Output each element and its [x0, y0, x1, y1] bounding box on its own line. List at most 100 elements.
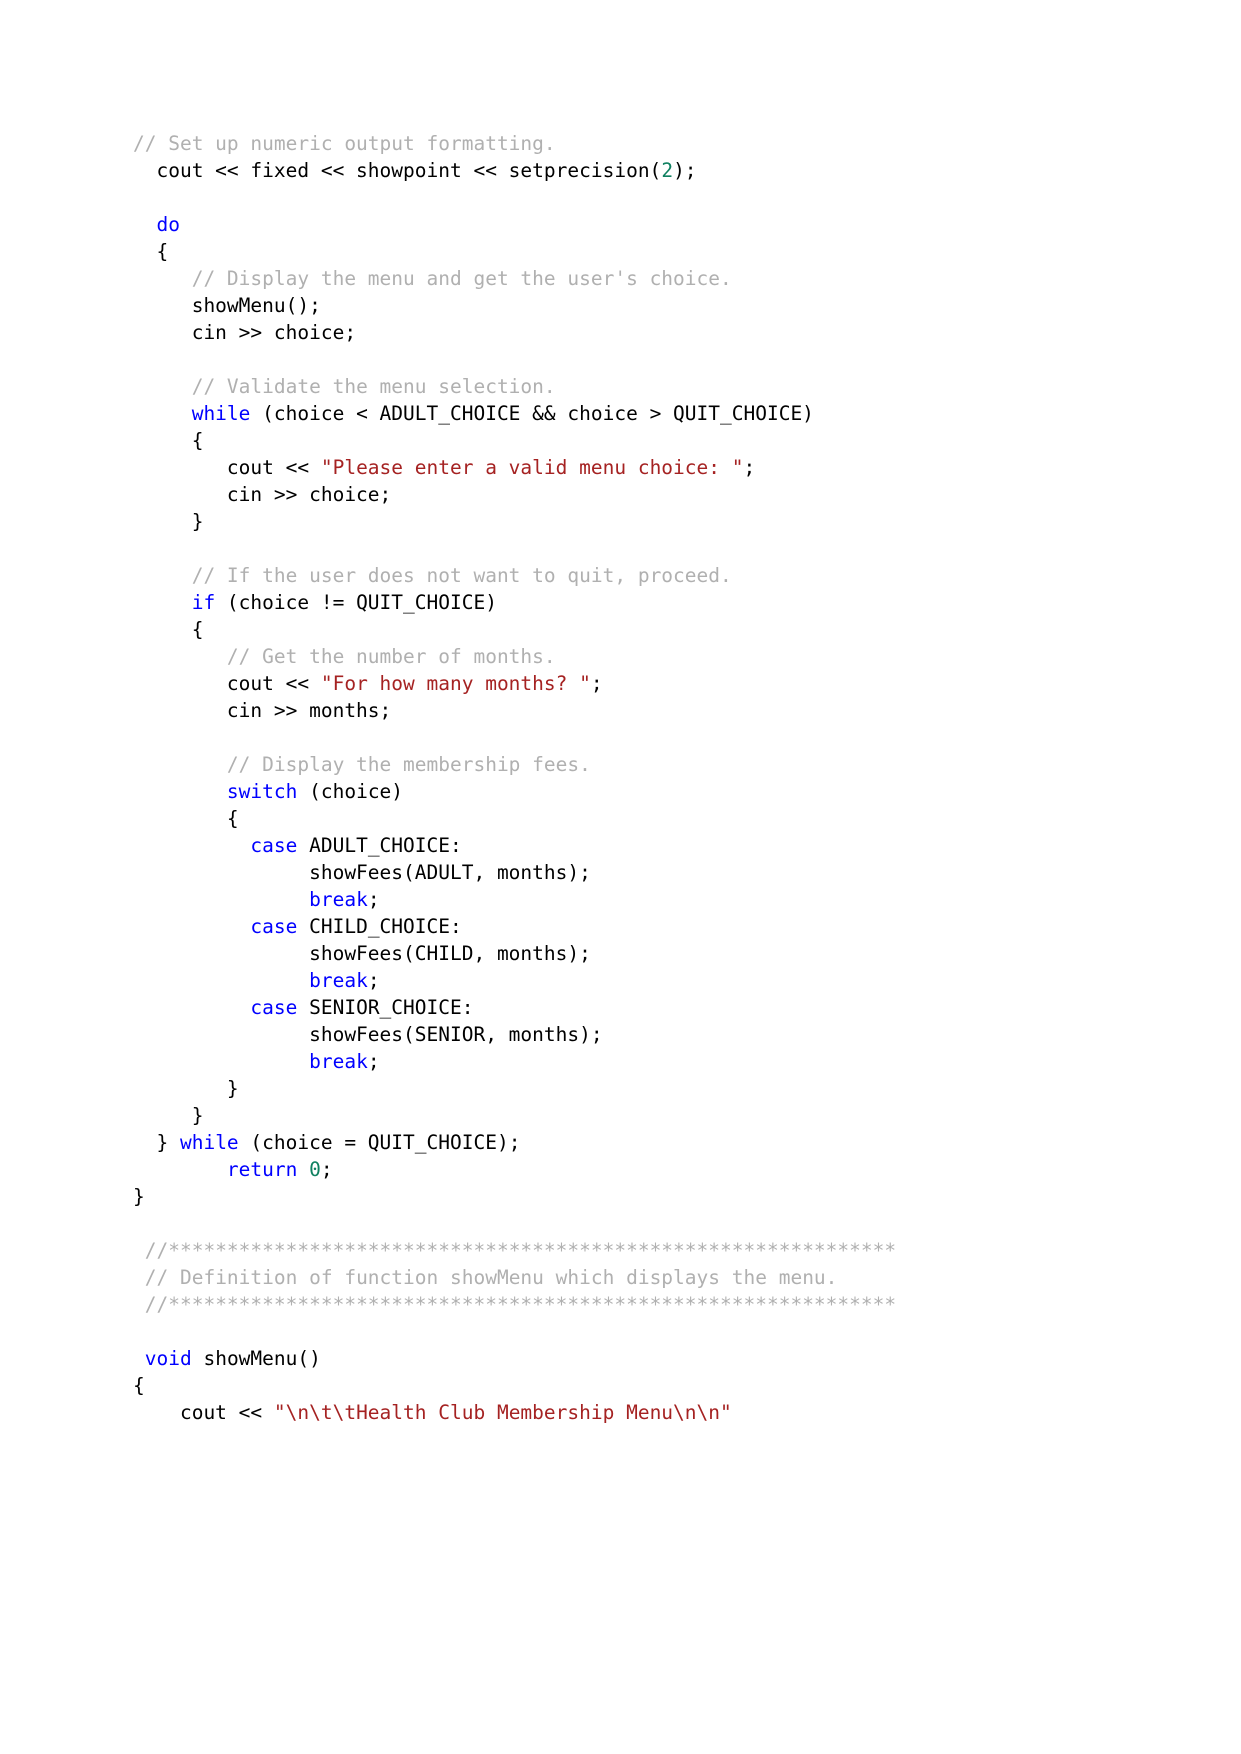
code-line: { — [133, 1372, 1133, 1399]
code-line: // Get the number of months. — [133, 643, 1133, 670]
code-token-comment: //**************************************… — [144, 1239, 897, 1262]
code-token-plain: (choice != QUIT_CHOICE) — [215, 591, 497, 614]
code-token-keyword: break — [309, 1050, 368, 1073]
code-line: { — [133, 616, 1133, 643]
code-line: if (choice != QUIT_CHOICE) — [133, 589, 1133, 616]
code-token-string: "For how many months? " — [320, 672, 591, 695]
code-line: while (choice < ADULT_CHOICE && choice >… — [133, 400, 1133, 427]
code-token-keyword: switch — [226, 780, 298, 803]
code-token-plain: ; — [743, 456, 756, 479]
code-token-plain: { — [133, 240, 169, 263]
code-token-plain: showFees(CHILD, months); — [133, 942, 591, 965]
code-token-plain: { — [133, 429, 204, 452]
code-line: cout << "\n\t\tHealth Club Membership Me… — [133, 1399, 1133, 1426]
code-token-plain: cout << fixed << showpoint << setprecisi… — [133, 159, 662, 182]
code-token-plain: } — [133, 1104, 204, 1127]
code-token-plain: (choice) — [297, 780, 404, 803]
code-line: case SENIOR_CHOICE: — [133, 994, 1133, 1021]
code-token-keyword: do — [156, 213, 180, 236]
code-line: case CHILD_CHOICE: — [133, 913, 1133, 940]
code-line: void showMenu() — [133, 1345, 1133, 1372]
code-token-keyword: break — [309, 888, 368, 911]
code-token-plain: } — [133, 1131, 180, 1154]
code-token-plain: cin >> months; — [133, 699, 392, 722]
code-line: cout << "Please enter a valid menu choic… — [133, 454, 1133, 481]
code-token-plain: CHILD_CHOICE: — [297, 915, 462, 938]
code-token-plain: ADULT_CHOICE: — [297, 834, 462, 857]
code-line: // If the user does not want to quit, pr… — [133, 562, 1133, 589]
code-token-number: 0 — [309, 1158, 321, 1181]
code-token-comment: // Set up numeric output formatting. — [133, 132, 556, 155]
code-line: // Display the membership fees. — [133, 751, 1133, 778]
code-token-string: "\n\t\tHealth Club Membership Menu\n\n" — [273, 1401, 732, 1424]
code-line: break; — [133, 967, 1133, 994]
code-token-comment: // Display the menu and get the user's c… — [191, 267, 732, 290]
code-line: showFees(SENIOR, months); — [133, 1021, 1133, 1048]
code-token-string: "Please enter a valid menu choice: " — [320, 456, 744, 479]
code-line: showFees(ADULT, months); — [133, 859, 1133, 886]
code-token-plain: ); — [673, 159, 697, 182]
code-token-plain: cout << — [133, 672, 321, 695]
code-token-comment: // Validate the menu selection. — [191, 375, 556, 398]
code-token-plain: ; — [367, 1050, 380, 1073]
code-token-number: 2 — [661, 159, 674, 182]
code-line: } while (choice = QUIT_CHOICE); — [133, 1129, 1133, 1156]
code-token-plain: showMenu() — [191, 1347, 321, 1370]
code-token-keyword: while — [179, 1131, 239, 1154]
code-token-keyword: void — [144, 1347, 192, 1370]
code-line: cout << fixed << showpoint << setprecisi… — [133, 157, 1133, 184]
code-token-plain: ; — [590, 672, 603, 695]
code-line: { — [133, 805, 1133, 832]
code-token-plain: { — [133, 618, 204, 641]
code-line: do — [133, 211, 1133, 238]
code-token-keyword: return — [226, 1158, 298, 1181]
code-token-plain: cin >> choice; — [133, 483, 392, 506]
code-token-comment: //**************************************… — [144, 1293, 897, 1316]
code-token-plain: } — [133, 510, 204, 533]
code-line: } — [133, 508, 1133, 535]
code-token-plain: (choice = QUIT_CHOICE); — [238, 1131, 521, 1154]
code-token-plain: ; — [367, 969, 380, 992]
code-token-plain: ; — [367, 888, 380, 911]
code-token-plain: cout << — [133, 456, 321, 479]
code-token-keyword: case — [250, 834, 298, 857]
code-token-plain: showFees(ADULT, months); — [133, 861, 591, 884]
code-listing: // Set up numeric output formatting. cou… — [133, 130, 1133, 1426]
code-token-comment: // Display the membership fees. — [226, 753, 591, 776]
code-line: { — [133, 427, 1133, 454]
code-line: // Validate the menu selection. — [133, 373, 1133, 400]
code-token-plain: showFees(SENIOR, months); — [133, 1023, 603, 1046]
code-line: } — [133, 1102, 1133, 1129]
code-token-keyword: if — [191, 591, 216, 614]
code-line: break; — [133, 886, 1133, 913]
code-token-plain: ; — [320, 1158, 333, 1181]
code-token-plain: } — [133, 1185, 145, 1208]
code-line: case ADULT_CHOICE: — [133, 832, 1133, 859]
code-line: cout << "For how many months? "; — [133, 670, 1133, 697]
code-line: { — [133, 238, 1133, 265]
code-token-plain: { — [133, 807, 239, 830]
code-line: break; — [133, 1048, 1133, 1075]
code-token-plain: showMenu(); — [133, 294, 321, 317]
